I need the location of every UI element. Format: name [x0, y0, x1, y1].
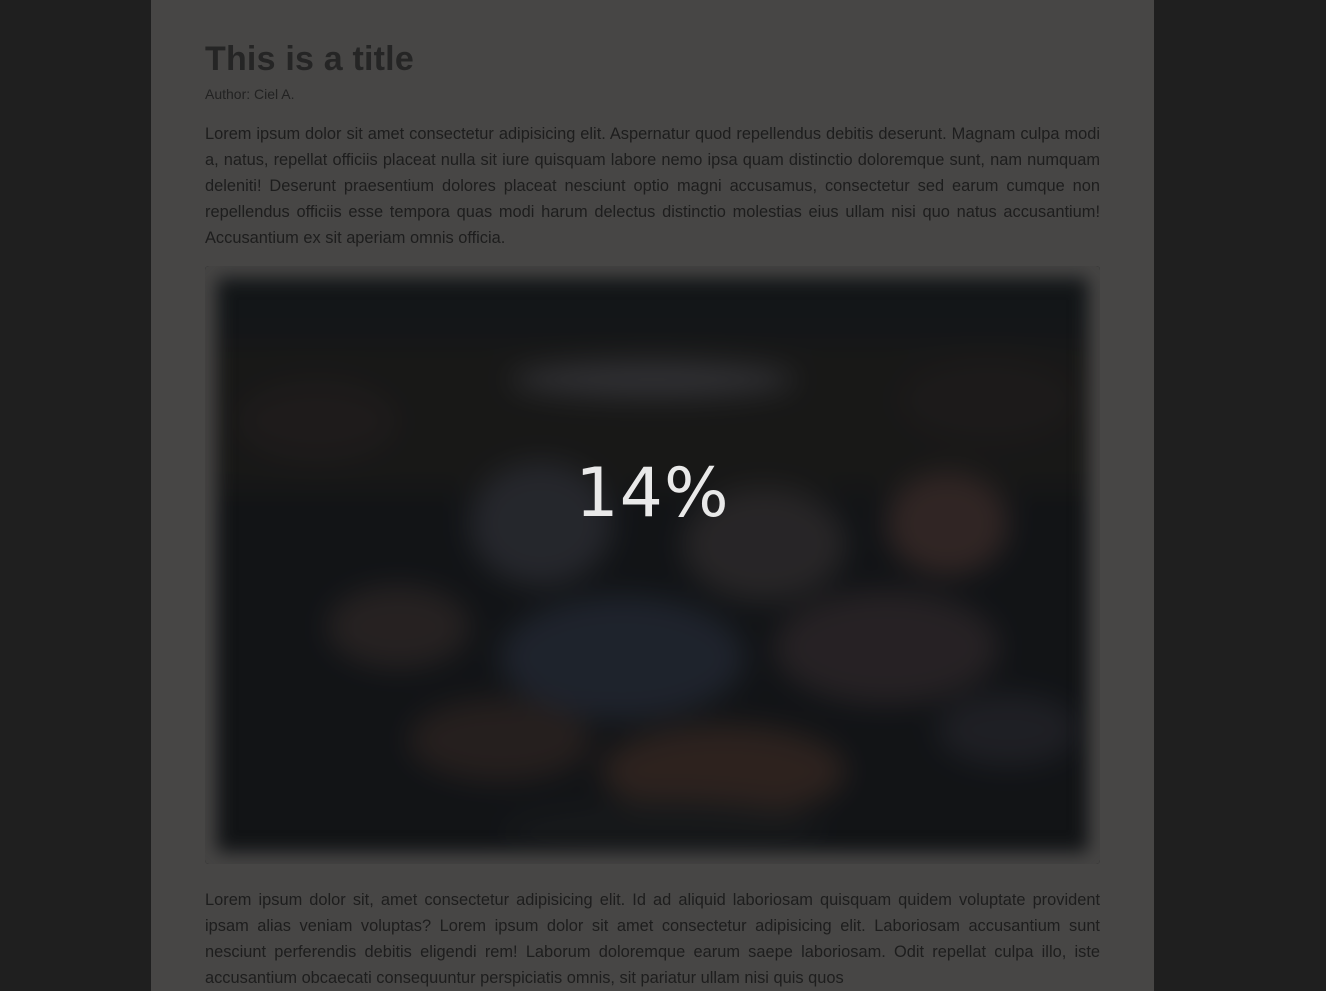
article-author: Author: Ciel A. [205, 86, 295, 102]
loading-image: 14% [205, 266, 1100, 864]
article-title: This is a title [205, 40, 414, 78]
loading-progress-text: 14% [575, 454, 730, 533]
article-paragraph: Lorem ipsum dolor sit amet consectetur a… [205, 125, 1100, 247]
article-page: This is a title Author: Ciel A. Lorem ip… [151, 0, 1154, 991]
image-overlay [205, 266, 1100, 864]
article-paragraph: Lorem ipsum dolor sit, amet consectetur … [205, 891, 1100, 987]
